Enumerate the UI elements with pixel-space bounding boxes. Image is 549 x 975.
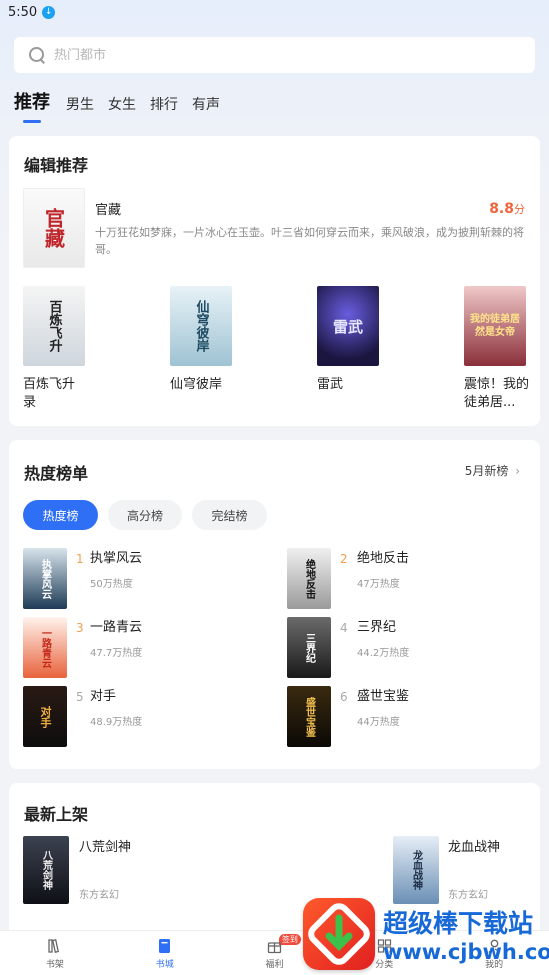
rank-cover-art: 一路青云 — [23, 617, 67, 678]
rank-heat: 47万热度 — [357, 579, 400, 590]
book-cover-art: 雷武 — [317, 286, 379, 366]
book-name[interactable]: 震惊！我的徒弟居... — [464, 376, 530, 412]
monthly-list-link[interactable]: 5月新榜 › — [465, 462, 520, 479]
rank-book-cover[interactable]: 执掌风云 — [23, 548, 67, 609]
featured-score: 8.8分 — [489, 201, 525, 217]
rank-number: 6 — [340, 690, 348, 704]
site-watermark: 超级棒下载站 www.cjbwh.com — [303, 895, 549, 973]
nav-label: 书架 — [45, 960, 64, 970]
download-arrow-icon — [308, 903, 370, 965]
book-name[interactable]: 雷武 — [317, 376, 379, 394]
rank-cover-art: 执掌风云 — [23, 548, 67, 609]
nav-bookshelf[interactable]: 书架 — [0, 931, 110, 975]
checkin-badge: 签到 — [278, 934, 301, 945]
rank-number: 1 — [76, 552, 84, 566]
nav-label: 书城 — [155, 960, 174, 970]
editor-picks-title: 编辑推荐 — [24, 156, 89, 175]
monthly-list-label: 5月新榜 — [464, 464, 509, 478]
new-cover-art: 八荒剑神 — [23, 836, 69, 904]
rank-book-cover[interactable]: 三界纪 — [287, 617, 331, 678]
rank-heat: 47.7万热度 — [90, 648, 143, 659]
rank-book-cover[interactable]: 一路青云 — [23, 617, 67, 678]
new-book-category: 东方玄幻 — [79, 890, 119, 901]
new-book-name[interactable]: 八荒剑神 — [79, 839, 131, 857]
rank-book-name[interactable]: 绝地反击 — [357, 550, 409, 568]
rank-heat: 48.9万热度 — [90, 717, 143, 728]
tab-female[interactable]: 女生 — [108, 94, 136, 114]
rank-cover-art: 三界纪 — [287, 617, 331, 678]
featured-description: 十万狂花如梦寐，一片冰心在玉壶。叶三省如何穿云而来，乘风破浪，成为披荆斩棘的将哥… — [95, 226, 524, 256]
book-cover[interactable]: 我的徒弟居然是女帝 — [464, 286, 526, 366]
hot-list-card: 热度榜单 5月新榜 › 热度榜 高分榜 完结榜 执掌风云 1 执掌风云 50万热… — [9, 440, 540, 769]
bookshelf-icon — [48, 939, 60, 953]
rank-book-cover[interactable]: 对手 — [23, 686, 67, 747]
rank-book-name[interactable]: 盛世宝鉴 — [357, 688, 409, 706]
rank-heat: 44万热度 — [357, 717, 400, 728]
tab-recommend[interactable]: 推荐 — [14, 88, 50, 123]
rank-cover-art: 对手 — [23, 686, 67, 747]
tab-ranking[interactable]: 排行 — [150, 94, 178, 114]
book-cover[interactable]: 百炼飞升 — [23, 286, 85, 366]
score-value: 8.8 — [489, 201, 514, 217]
book-cover-art: 百炼飞升 — [23, 286, 85, 366]
nav-bookstore[interactable]: 书城 — [110, 931, 220, 975]
rank-book-name[interactable]: 执掌风云 — [90, 550, 142, 568]
rank-book-name[interactable]: 对手 — [90, 688, 116, 706]
watermark-url: www.cjbwh.com — [383, 940, 549, 964]
new-book-name[interactable]: 龙血战神 — [448, 839, 500, 857]
new-cover-art: 龙血战神 — [393, 836, 439, 904]
tab-male[interactable]: 男生 — [66, 94, 94, 114]
book-name[interactable]: 仙穹彼岸 — [170, 376, 250, 394]
featured-book-name[interactable]: 官藏 — [95, 202, 121, 220]
category-tabs: 推荐 男生 女生 排行 有声 — [14, 88, 234, 123]
book-icon — [159, 939, 171, 953]
rank-heat: 44.2万热度 — [357, 648, 410, 659]
status-bar: 5:50 ↓ — [0, 0, 549, 24]
status-time: 5:50 — [8, 4, 38, 20]
filter-high-score[interactable]: 高分榜 — [108, 500, 182, 530]
book-cover-art: 仙穹彼岸 — [170, 286, 232, 366]
rank-number: 3 — [76, 621, 84, 635]
rank-book-name[interactable]: 一路青云 — [90, 619, 142, 637]
new-book-cover[interactable]: 八荒剑神 — [23, 836, 69, 904]
featured-cover-art: 官藏 — [24, 189, 84, 267]
tab-audio[interactable]: 有声 — [192, 94, 220, 114]
rank-cover-art: 盛世宝鉴 — [287, 686, 331, 747]
search-input[interactable] — [54, 47, 454, 63]
rank-book-cover[interactable]: 盛世宝鉴 — [287, 686, 331, 747]
chevron-right-icon: › — [515, 464, 520, 478]
rank-number: 4 — [340, 621, 348, 635]
rank-heat: 50万热度 — [90, 579, 133, 590]
book-cover-art: 我的徒弟居然是女帝 — [464, 286, 526, 366]
rank-cover-art: 绝地反击 — [287, 548, 331, 609]
search-icon — [28, 46, 46, 64]
watermark-text: 超级棒下载站 www.cjbwh.com — [383, 904, 549, 964]
download-icon: ↓ — [42, 5, 56, 19]
score-unit: 分 — [514, 203, 525, 216]
rank-book-name[interactable]: 三界纪 — [357, 619, 396, 637]
editor-picks-card: 编辑推荐 官藏 官藏 8.8分 十万狂花如梦寐，一片冰心在玉壶。叶三省如何穿云而… — [9, 136, 540, 426]
gift-icon — [267, 942, 282, 954]
featured-book-cover[interactable]: 官藏 — [23, 188, 85, 268]
rank-number: 2 — [340, 552, 348, 566]
nav-label: 福利 — [265, 960, 284, 970]
filter-hot[interactable]: 热度榜 — [23, 500, 98, 530]
filter-completed[interactable]: 完结榜 — [192, 500, 267, 530]
book-name[interactable]: 百炼飞升录 — [23, 376, 85, 412]
book-cover[interactable]: 仙穹彼岸 — [170, 286, 232, 366]
new-book-cover[interactable]: 龙血战神 — [393, 836, 439, 904]
search-bar[interactable] — [14, 37, 535, 73]
new-arrivals-title: 最新上架 — [24, 805, 89, 824]
book-cover[interactable]: 雷武 — [317, 286, 379, 366]
watermark-title: 超级棒下载站 — [383, 909, 534, 938]
watermark-logo — [303, 898, 375, 970]
rank-book-cover[interactable]: 绝地反击 — [287, 548, 331, 609]
hot-list-title: 热度榜单 — [24, 464, 89, 483]
rank-number: 5 — [76, 690, 84, 704]
